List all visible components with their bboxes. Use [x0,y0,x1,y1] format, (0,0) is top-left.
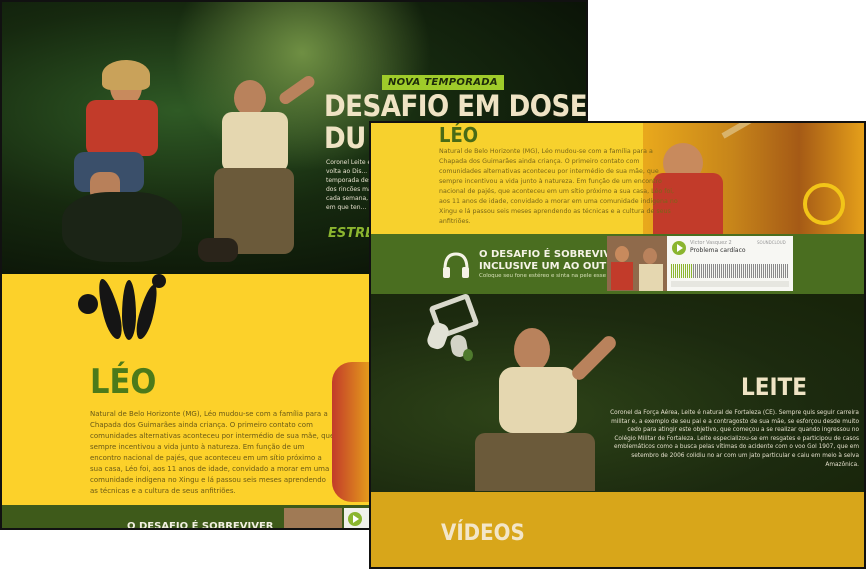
soundcloud-logo[interactable]: SOUNDCLOUD [757,240,786,245]
new-season-tag: NOVA TEMPORADA [382,75,504,90]
leo-bio: Natural de Belo Horizonte (MG), Léo mudo… [439,148,678,225]
play-icon[interactable] [672,241,686,255]
soundcloud-player[interactable]: Victor Vasquez 2 Problema cardíaco SOUND… [667,236,793,291]
leite-bio: Coronel da Força Aérea, Leite é natural … [610,410,859,468]
back-audio-player[interactable] [344,508,372,528]
player-user[interactable]: Victor Vasquez 2 [690,240,732,246]
back-player-thumbnail [284,508,342,528]
leite-title: LEITE [741,373,808,401]
bow-icon [721,123,829,139]
leo-bio: Natural de Belo Horizonte (MG), Léo mudo… [90,410,335,495]
videos-title: VÍDEOS [441,521,525,546]
headphones-icon [443,252,469,278]
back-play-icon[interactable] [348,512,362,526]
rock [62,192,182,262]
sun-ornament-icon [803,183,845,225]
player-thumbnail [607,236,667,291]
leo-title: LÉO [439,123,479,147]
waveform-progress [671,264,694,278]
premiere-text: ESTRÉ [328,226,375,241]
player-track[interactable]: Problema cardíaco [690,247,746,254]
leo-partial-image [332,362,372,502]
leo-title: LÉO [90,362,157,402]
foreground-page-screenshot: LÉO Natural de Belo Horizonte (MG), Léo … [369,121,866,569]
back-audio-title: O DESAFIO É SOBREVIVER [127,521,274,530]
player-controls[interactable] [671,281,789,287]
